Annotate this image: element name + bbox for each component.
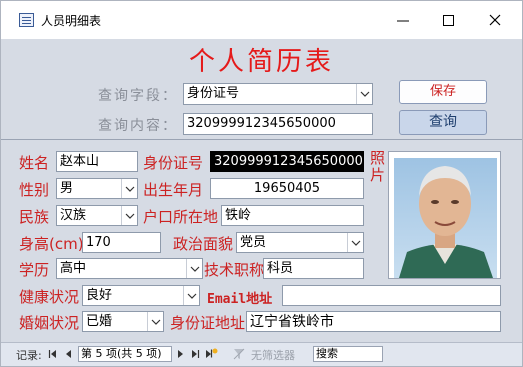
title-label: 技术职称 [204, 261, 265, 279]
minimize-icon [397, 20, 409, 22]
first-record-icon[interactable] [48, 349, 58, 359]
political-value: 党员 [240, 235, 267, 250]
id-label: 身份证号 [143, 154, 204, 172]
chevron-down-icon[interactable] [121, 206, 137, 225]
search-button[interactable]: 查询 [399, 110, 487, 135]
search-box[interactable]: 搜索 [313, 346, 383, 362]
name-label: 姓名 [19, 154, 50, 172]
close-icon [489, 14, 501, 26]
chevron-down-icon[interactable] [186, 259, 202, 278]
filter-label[interactable]: 无筛选器 [251, 347, 295, 363]
health-value: 良好 [86, 288, 113, 303]
birth-label: 出生年月 [143, 181, 204, 199]
form-icon [19, 13, 34, 27]
window-title: 人员明细表 [41, 14, 102, 28]
filter-icon[interactable] [233, 348, 246, 360]
maximize-button[interactable] [426, 1, 472, 39]
query-content-label: 查询内容： [98, 118, 178, 134]
next-record-icon[interactable] [175, 349, 185, 359]
photo [388, 151, 501, 279]
height-field[interactable]: 170 [82, 232, 161, 253]
edu-label: 学历 [19, 261, 50, 279]
chevron-down-icon[interactable] [121, 179, 137, 198]
hukou-field[interactable]: 铁岭 [221, 205, 364, 226]
close-button[interactable] [472, 1, 518, 39]
marital-select[interactable]: 已婚 [82, 311, 164, 332]
id-field[interactable]: 320999912345650000 [210, 151, 364, 172]
idaddr-label: 身份证地址 [170, 314, 246, 332]
email-label: Email地址 [207, 292, 273, 307]
query-content-input[interactable]: 320999912345650000 [183, 113, 373, 135]
gender-label: 性别 [19, 181, 50, 199]
query-field-select[interactable]: 身份证号 [183, 83, 373, 105]
birth-field[interactable]: 19650405 [210, 178, 364, 199]
ethnic-label: 民族 [19, 208, 50, 226]
ethnic-value: 汉族 [60, 208, 87, 223]
previous-record-icon[interactable] [64, 349, 74, 359]
idaddr-field[interactable]: 辽宁省铁岭市 [246, 311, 501, 332]
current-record-box[interactable]: 第 5 项(共 5 项) [78, 346, 172, 362]
edu-value: 高中 [60, 261, 87, 276]
record-label: 记录: [16, 349, 42, 362]
chevron-down-icon[interactable] [147, 312, 163, 331]
chevron-down-icon[interactable] [347, 233, 363, 252]
gender-select[interactable]: 男 [56, 178, 138, 199]
ethnic-select[interactable]: 汉族 [56, 205, 138, 226]
chevron-down-icon[interactable] [183, 286, 199, 305]
health-label: 健康状况 [19, 288, 80, 306]
political-label: 政治面貌 [173, 235, 234, 253]
photo-label: 照片 [370, 149, 386, 184]
minimize-button[interactable] [380, 1, 426, 39]
record-navigator: 记录: 第 5 项(共 5 项) 无筛选器 搜索 [1, 342, 522, 366]
chevron-down-icon[interactable] [356, 84, 372, 104]
query-field-value: 身份证号 [187, 86, 240, 101]
title-bar: 人员明细表 [1, 1, 522, 39]
query-field-label: 查询字段： [98, 88, 178, 104]
save-button[interactable]: 保存 [399, 80, 487, 104]
political-select[interactable]: 党员 [236, 232, 364, 253]
gender-value: 男 [60, 181, 74, 196]
last-record-icon[interactable] [190, 349, 200, 359]
edu-select[interactable]: 高中 [56, 258, 203, 279]
form-title: 个人简历表 [188, 47, 334, 77]
height-label: 身高(cm) [19, 235, 84, 253]
title-field[interactable]: 科员 [263, 258, 364, 279]
name-field[interactable]: 赵本山 [56, 151, 138, 172]
marital-label: 婚姻状况 [19, 314, 80, 332]
new-record-icon[interactable] [204, 348, 218, 360]
marital-value: 已婚 [86, 314, 113, 329]
hukou-label: 户口所在地 [143, 208, 219, 226]
query-content-value: 320999912345650000 [187, 116, 336, 131]
email-field[interactable] [282, 285, 501, 306]
app-window: 人员明细表 个人简历表 查询字段： 身份证号 查询内容： 32099991234… [0, 0, 523, 367]
maximize-icon [443, 15, 454, 26]
health-select[interactable]: 良好 [82, 285, 200, 306]
portrait-image [389, 152, 500, 278]
